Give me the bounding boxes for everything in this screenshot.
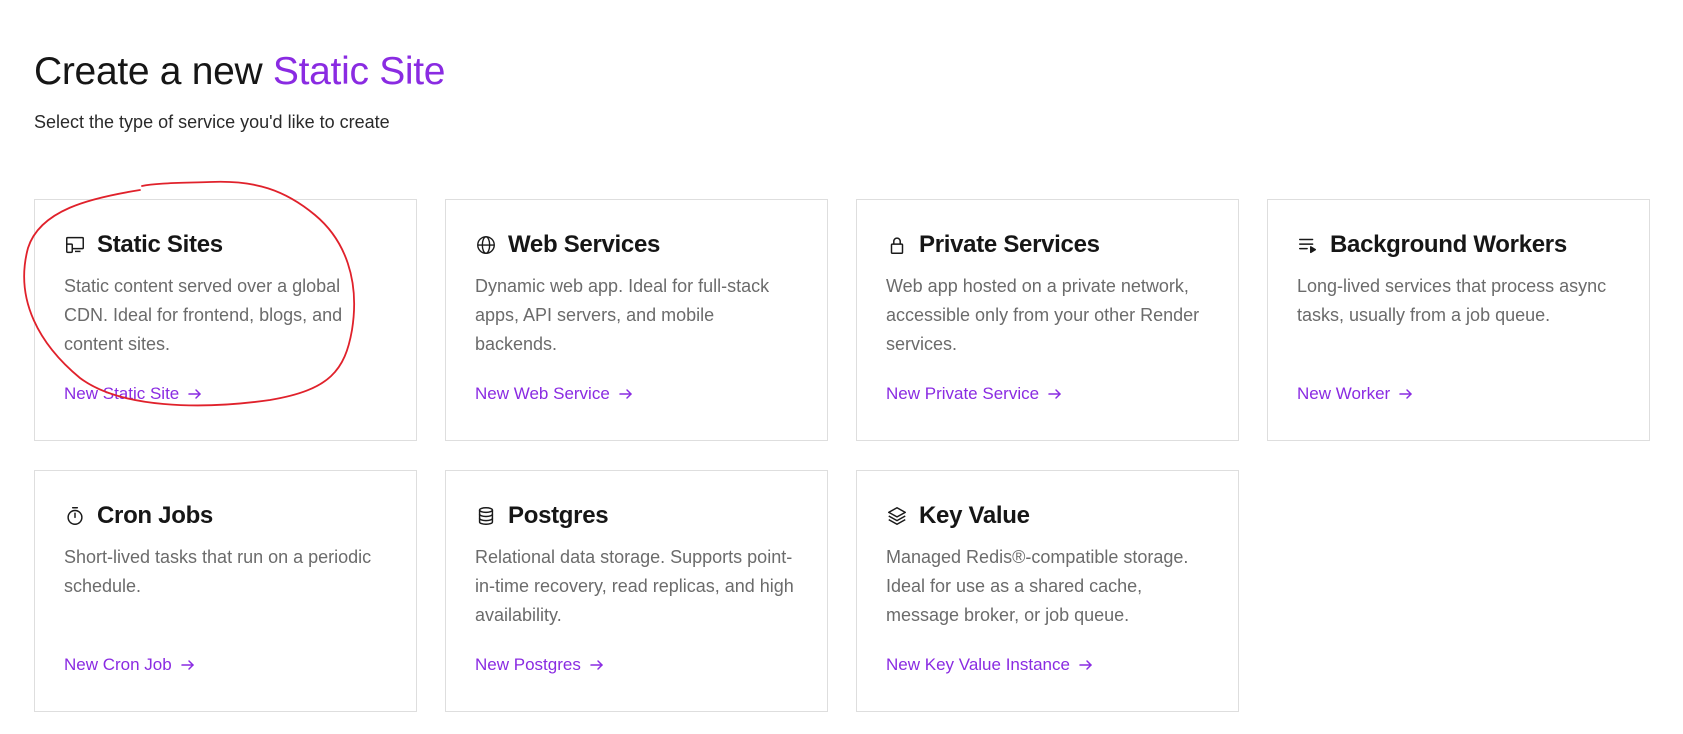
- card-description: Web app hosted on a private network, acc…: [886, 276, 1200, 354]
- card-description: Short-lived tasks that run on a periodic…: [64, 547, 372, 596]
- queue-list-icon: [1297, 234, 1319, 256]
- arrow-right-icon: [1078, 657, 1094, 673]
- new-private-service-link[interactable]: New Private Service: [886, 384, 1063, 404]
- new-worker-link[interactable]: New Worker: [1297, 384, 1414, 404]
- card-header: Cron Jobs: [64, 499, 387, 533]
- new-cron-job-link[interactable]: New Cron Job: [64, 655, 196, 675]
- arrow-right-icon: [1047, 386, 1063, 402]
- page-header: Create a new Static Site Select the type…: [34, 48, 446, 134]
- card-link-label: New Static Site: [64, 384, 180, 403]
- service-card-web-services[interactable]: Web Services Dynamic web app. Ideal for …: [445, 199, 828, 441]
- static-site-icon: [64, 234, 86, 256]
- card-header: Postgres: [475, 499, 798, 533]
- card-link-label: New Postgres: [475, 655, 581, 674]
- card-title: Postgres: [508, 502, 609, 529]
- globe-icon: [475, 234, 497, 256]
- new-web-service-link[interactable]: New Web Service: [475, 384, 634, 404]
- card-link-label: New Key Value Instance: [886, 655, 1070, 674]
- stopwatch-icon: [64, 505, 86, 527]
- card-link-label: New Private Service: [886, 384, 1040, 403]
- service-card-postgres[interactable]: Postgres Relational data storage. Suppor…: [445, 470, 828, 712]
- page-title: Create a new Static Site: [34, 48, 446, 96]
- card-title: Background Workers: [1330, 231, 1567, 258]
- card-description: Static content served over a global CDN.…: [64, 276, 343, 354]
- service-card-background-workers[interactable]: Background Workers Long-lived services t…: [1267, 199, 1650, 441]
- card-header: Key Value: [886, 499, 1209, 533]
- card-title: Cron Jobs: [97, 502, 213, 529]
- arrow-right-icon: [180, 657, 196, 673]
- page-subtitle: Select the type of service you'd like to…: [34, 112, 390, 132]
- page-title-accent: Static Site: [272, 50, 446, 93]
- service-card-static-sites[interactable]: Static Sites Static content served over …: [34, 199, 417, 441]
- card-header: Private Services: [886, 228, 1209, 262]
- card-title: Key Value: [919, 502, 1030, 529]
- card-header: Web Services: [475, 228, 798, 262]
- arrow-right-icon: [1398, 386, 1414, 402]
- service-card-key-value[interactable]: Key Value Managed Redis®-compatible stor…: [856, 470, 1239, 712]
- new-postgres-link[interactable]: New Postgres: [475, 655, 605, 675]
- database-icon: [475, 505, 497, 527]
- service-card-cron-jobs[interactable]: Cron Jobs Short-lived tasks that run on …: [34, 470, 417, 712]
- card-description: Dynamic web app. Ideal for full-stack ap…: [475, 276, 770, 354]
- service-grid: Static Sites Static content served over …: [34, 199, 1650, 712]
- card-title: Private Services: [919, 231, 1100, 258]
- card-header: Static Sites: [64, 228, 387, 262]
- new-key-value-instance-link[interactable]: New Key Value Instance: [886, 655, 1094, 675]
- card-title: Web Services: [508, 231, 661, 258]
- arrow-right-icon: [589, 657, 605, 673]
- arrow-right-icon: [618, 386, 634, 402]
- card-description: Long-lived services that process async t…: [1297, 276, 1607, 325]
- lock-icon: [886, 234, 908, 256]
- card-link-label: New Cron Job: [64, 655, 172, 674]
- page-title-prefix: Create a new: [34, 50, 263, 93]
- layers-icon: [886, 505, 908, 527]
- new-static-site-link[interactable]: New Static Site: [64, 384, 203, 404]
- arrow-right-icon: [187, 386, 203, 402]
- card-header: Background Workers: [1297, 228, 1620, 262]
- service-card-private-services[interactable]: Private Services Web app hosted on a pri…: [856, 199, 1239, 441]
- card-link-label: New Web Service: [475, 384, 610, 403]
- card-link-label: New Worker: [1297, 384, 1391, 403]
- card-description: Managed Redis®-compatible storage. Ideal…: [886, 547, 1189, 625]
- card-title: Static Sites: [97, 231, 223, 258]
- card-description: Relational data storage. Supports point-…: [475, 547, 794, 625]
